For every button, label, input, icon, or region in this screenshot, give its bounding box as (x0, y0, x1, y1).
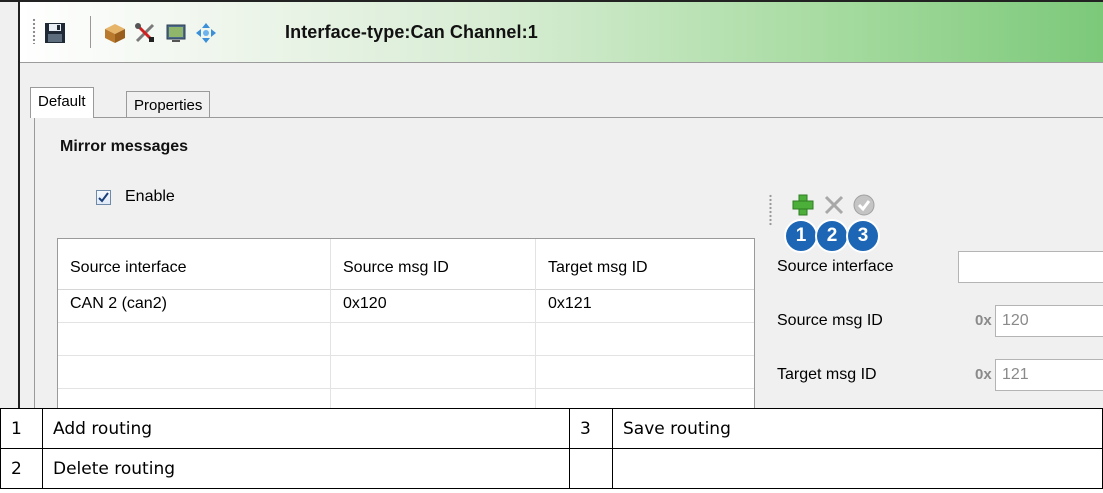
source-msg-id-label: Source msg ID (777, 312, 883, 329)
legend-text (612, 448, 1103, 489)
window-toolbar: Interface-type:Can Channel:1 (20, 2, 1103, 63)
save-check-icon[interactable] (852, 193, 876, 217)
column-header-source-msg-id[interactable]: Source msg ID (331, 239, 535, 289)
tab-default[interactable]: Default (30, 87, 94, 118)
legend-number: 3 (569, 408, 613, 449)
network-arrows-icon[interactable] (195, 22, 217, 44)
delete-icon[interactable] (822, 193, 846, 217)
enable-label: Enable (125, 188, 175, 205)
legend-text: Add routing (42, 408, 570, 449)
legend-row: 2 Delete routing (0, 448, 1103, 489)
screenshot-area: Interface-type:Can Channel:1 Default Pro… (0, 0, 1103, 408)
toolbar-grip[interactable] (32, 18, 36, 44)
table-row[interactable]: CAN 2 (can2) 0x120 0x121 (58, 290, 754, 323)
callout-badge-1: 1 (784, 219, 818, 253)
table-header: Source interface Source msg ID Target ms… (58, 239, 754, 290)
window-title: Interface-type:Can Channel:1 (285, 22, 538, 42)
source-msg-hex-prefix: 0x (975, 312, 992, 329)
legend-row: 1 Add routing 3 Save routing (0, 408, 1103, 449)
callout-badge-2: 2 (815, 219, 849, 253)
legend-number: 2 (0, 448, 43, 489)
checkmark-icon (98, 192, 109, 203)
monitor-icon[interactable] (165, 22, 187, 44)
cell-source-interface: CAN 2 (can2) (70, 295, 167, 312)
legend-section: 1 Add routing 3 Save routing 2 Delete ro… (0, 408, 1103, 493)
legend-text: Delete routing (42, 448, 570, 489)
enable-checkbox[interactable] (96, 190, 111, 205)
target-msg-hex-prefix: 0x (975, 366, 992, 383)
package-icon[interactable] (104, 22, 126, 44)
add-icon[interactable] (791, 193, 815, 217)
mirror-messages-title: Mirror messages (60, 138, 189, 155)
source-interface-dropdown[interactable] (958, 251, 1103, 283)
routing-table: Source interface Source msg ID Target ms… (57, 238, 755, 408)
source-msg-id-input[interactable]: 120 (995, 305, 1103, 337)
tools-icon[interactable] (134, 22, 156, 44)
legend-number: 1 (0, 408, 43, 449)
table-row-empty[interactable] (58, 389, 754, 408)
toolbar-separator (90, 16, 91, 48)
routing-toolbar-grip[interactable] (769, 194, 772, 226)
cell-target-msg-id: 0x121 (548, 295, 592, 312)
column-header-target-msg-id[interactable]: Target msg ID (536, 239, 754, 289)
column-divider (330, 239, 331, 408)
table-row-empty[interactable] (58, 356, 754, 389)
legend-text: Save routing (612, 408, 1103, 449)
cell-source-msg-id: 0x120 (343, 295, 387, 312)
target-msg-id-input[interactable]: 121 (995, 359, 1103, 391)
source-interface-label: Source interface (777, 258, 894, 275)
save-icon[interactable] (44, 22, 66, 44)
column-divider (535, 239, 536, 408)
target-msg-id-label: Target msg ID (777, 366, 877, 383)
legend-number (569, 448, 613, 489)
callout-badge-3: 3 (846, 219, 880, 253)
table-row-empty[interactable] (58, 323, 754, 356)
column-header-source-interface[interactable]: Source interface (58, 239, 330, 289)
tab-properties[interactable]: Properties (126, 91, 211, 118)
content-area: Default Properties Mirror messages Enabl… (20, 63, 1103, 408)
legend-table: 1 Add routing 3 Save routing 2 Delete ro… (0, 408, 1103, 489)
